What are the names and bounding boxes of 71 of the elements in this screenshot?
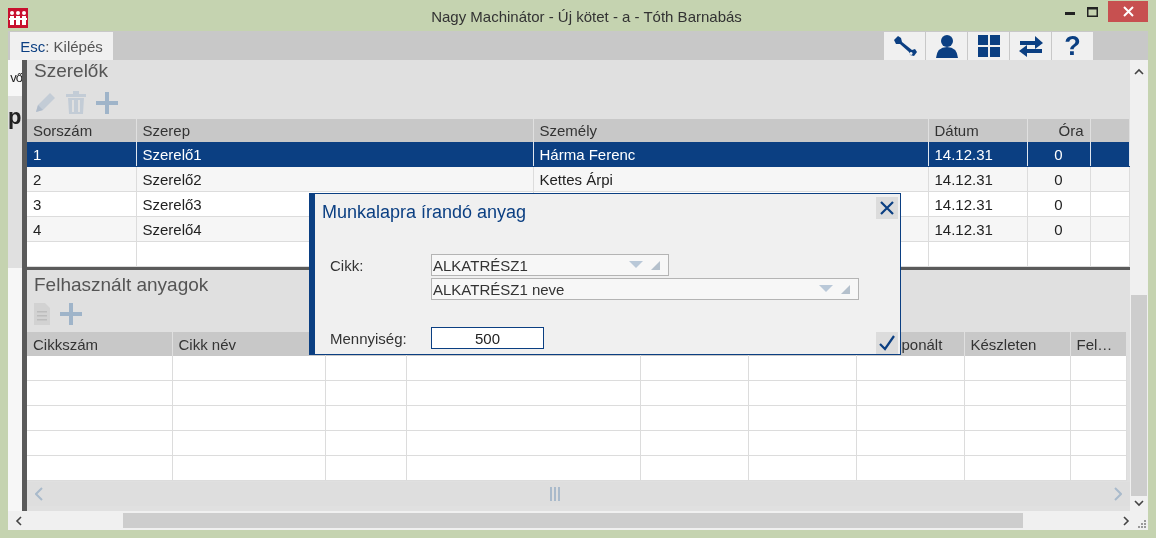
swap-button[interactable] <box>1010 32 1051 60</box>
table-cell: 0 <box>1027 142 1090 167</box>
pencil-icon <box>33 90 57 115</box>
user-button[interactable] <box>926 32 967 60</box>
resize-corner-icon <box>841 284 850 294</box>
scrollbar-thumb[interactable] <box>1131 295 1147 496</box>
plus-icon <box>59 302 83 326</box>
table-cell: 14.12.31 <box>928 216 1027 242</box>
label-fragment: vő <box>9 70 22 87</box>
table-cell: Szerelő2 <box>136 166 533 192</box>
scroll-down-icon[interactable] <box>1134 500 1144 507</box>
column-header[interactable]: Sorszám <box>27 119 136 142</box>
wrench-button[interactable] <box>884 32 925 60</box>
section-title: Szerelők <box>34 60 108 83</box>
section-title: Felhasznált anyagok <box>34 273 209 296</box>
scroll-right-icon[interactable] <box>1123 515 1130 526</box>
close-button[interactable] <box>876 197 898 219</box>
table-cell: 4 <box>27 216 136 242</box>
column-header[interactable]: Személy <box>533 119 928 142</box>
table-cell: 0 <box>1027 216 1090 242</box>
table-cell: Hárma Ferenc <box>533 142 928 167</box>
logo-icon <box>8 8 28 28</box>
wrench-icon <box>891 33 918 59</box>
column-header[interactable]: Cikkszám <box>27 332 172 356</box>
selected-row[interactable]: 1 Szerelő1 Hárma Ferenc 14.12.31 0 <box>27 142 1129 167</box>
caret-icon <box>819 285 833 293</box>
close-icon <box>1122 6 1134 17</box>
table-cell: 0 <box>1027 191 1090 217</box>
article-code-dropdown[interactable]: ALKATRÉSZ1 <box>431 254 669 276</box>
user-icon <box>933 33 960 59</box>
grid-button[interactable] <box>968 32 1009 60</box>
column-header[interactable]: Készleten <box>964 332 1070 356</box>
table-row[interactable]: 2 Szerelő2 Kettes Árpi 14.12.31 0 <box>27 166 1129 192</box>
table-cell: 2 <box>27 166 136 192</box>
table-cell: 14.12.31 <box>928 191 1027 217</box>
scroll-up-icon[interactable] <box>1134 68 1144 75</box>
close-icon <box>879 200 895 216</box>
column-header[interactable]: Dátum <box>928 119 1027 142</box>
trash-icon <box>65 90 87 115</box>
swap-arrows-icon <box>1017 34 1044 58</box>
exit-button[interactable]: Esc: Kilépés <box>10 32 113 60</box>
table-cell: 3 <box>27 191 136 217</box>
column-header[interactable]: Óra <box>1027 119 1090 142</box>
field-label: Mennyiség: <box>330 329 408 347</box>
minimize-icon[interactable] <box>1065 12 1075 16</box>
label-fragment: p <box>8 105 22 129</box>
help-button[interactable]: ? <box>1052 32 1093 60</box>
confirm-button[interactable] <box>876 332 898 354</box>
close-button[interactable] <box>1108 1 1148 22</box>
scroll-grip-icon[interactable] <box>549 487 561 501</box>
table-cell: Szerelő1 <box>136 142 533 167</box>
maximize-icon[interactable] <box>1087 7 1098 17</box>
article-name-dropdown[interactable]: ALKATRÉSZ1 neve <box>431 278 859 300</box>
document-icon <box>33 302 51 326</box>
table-cell: Kettes Árpi <box>533 166 928 192</box>
check-icon <box>879 335 895 351</box>
table-cell: 14.12.31 <box>928 142 1027 167</box>
table-cell: 14.12.31 <box>928 166 1027 192</box>
resize-grip-icon <box>1138 520 1146 528</box>
plus-icon <box>95 90 119 115</box>
column-header[interactable]: Fel… <box>1070 332 1126 356</box>
grid-icon <box>976 34 1001 58</box>
table-cell: 0 <box>1027 166 1090 192</box>
scrollbar-thumb[interactable] <box>123 513 1023 528</box>
window-title: Nagy Machinátor - Új kötet - a - Tóth Barnabás <box>430 8 743 26</box>
column-header[interactable]: Szerep <box>136 119 533 142</box>
table-cell: 1 <box>27 142 136 167</box>
scroll-left-icon[interactable] <box>15 515 22 526</box>
resize-corner-icon <box>651 260 660 270</box>
quantity-field[interactable]: 500 <box>431 327 544 349</box>
field-label: Cikk: <box>330 256 365 274</box>
